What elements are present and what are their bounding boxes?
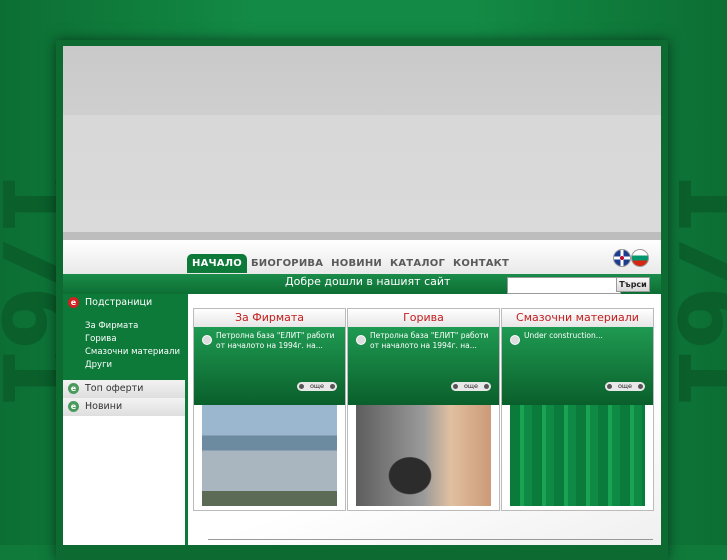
radio-bullet-icon (510, 335, 520, 345)
more-button[interactable]: още (297, 382, 337, 391)
fuel-nozzle-image (356, 405, 491, 506)
english-flag-icon[interactable] (613, 249, 631, 267)
header-banner (63, 46, 661, 238)
sidebar-heading-subpages[interactable]: e Подстраници (63, 294, 185, 312)
e-bullet-icon: e (68, 297, 79, 308)
welcome-text: Добре дошли в нашият сайт (285, 275, 451, 288)
nav-item-contact[interactable]: КОНТАКТ (449, 254, 513, 273)
feature-box-company: За Фирмата Петролна база "ЕЛИТ" работи о… (193, 308, 346, 511)
box-text: Петролна база "ЕЛИТ" работи от началото … (370, 331, 489, 350)
e-bullet-icon: e (68, 401, 79, 412)
sidebar-heading-news[interactable]: e Новини (63, 398, 185, 416)
nav-item-home[interactable]: НАЧАЛО (187, 254, 247, 273)
banner-divider (63, 232, 661, 240)
box-summary: Петролна база "ЕЛИТ" работи от началото … (348, 327, 499, 405)
box-summary: Under construction... още (502, 327, 653, 405)
oil-barrels-image (510, 405, 645, 506)
nav-item-catalog[interactable]: КАТАЛОГ (386, 254, 449, 273)
bulgarian-flag-icon[interactable] (631, 249, 649, 267)
box-summary: Петролна база "ЕЛИТ" работи от началото … (194, 327, 345, 405)
e-bullet-icon: e (68, 383, 79, 394)
sidebar-item-company[interactable]: За Фирмата (85, 320, 180, 333)
box-text: Under construction... (524, 331, 603, 340)
page-container: НАЧАЛО БИОГОРИВА НОВИНИ КАТАЛОГ КОНТАКТ … (63, 46, 661, 545)
sidebar-submenu: За Фирмата Горива Смазочни материали Дру… (63, 312, 185, 380)
watermark-right: 1761 (657, 170, 727, 403)
box-title[interactable]: Смазочни материали (502, 309, 653, 327)
search-input[interactable] (507, 277, 621, 294)
main-navigation: НАЧАЛО БИОГОРИВА НОВИНИ КАТАЛОГ КОНТАКТ (187, 254, 513, 273)
sidebar-item-lubricants[interactable]: Смазочни материали (85, 346, 180, 359)
nav-item-news[interactable]: НОВИНИ (327, 254, 386, 273)
feature-box-fuels: Горива Петролна база "ЕЛИТ" работи от на… (347, 308, 500, 511)
sidebar-item-fuels[interactable]: Горива (85, 333, 180, 346)
sidebar-item-other[interactable]: Други (85, 359, 180, 372)
radio-bullet-icon (356, 335, 366, 345)
box-text: Петролна база "ЕЛИТ" работи от началото … (216, 331, 335, 350)
more-button[interactable]: още (451, 382, 491, 391)
sidebar-heading-top-offers[interactable]: e Топ оферти (63, 380, 185, 398)
box-title[interactable]: Горива (348, 309, 499, 327)
sidebar: e Подстраници За Фирмата Горива Смазочни… (63, 294, 188, 545)
nav-item-biofuels[interactable]: БИОГОРИВА (247, 254, 327, 273)
box-title[interactable]: За Фирмата (194, 309, 345, 327)
fuel-tanks-image (202, 405, 337, 506)
search-button[interactable]: Търси (616, 277, 650, 292)
more-button[interactable]: още (605, 382, 645, 391)
radio-bullet-icon (202, 335, 212, 345)
feature-box-lubricants: Смазочни материали Under construction...… (501, 308, 654, 511)
footer-divider (208, 539, 653, 540)
